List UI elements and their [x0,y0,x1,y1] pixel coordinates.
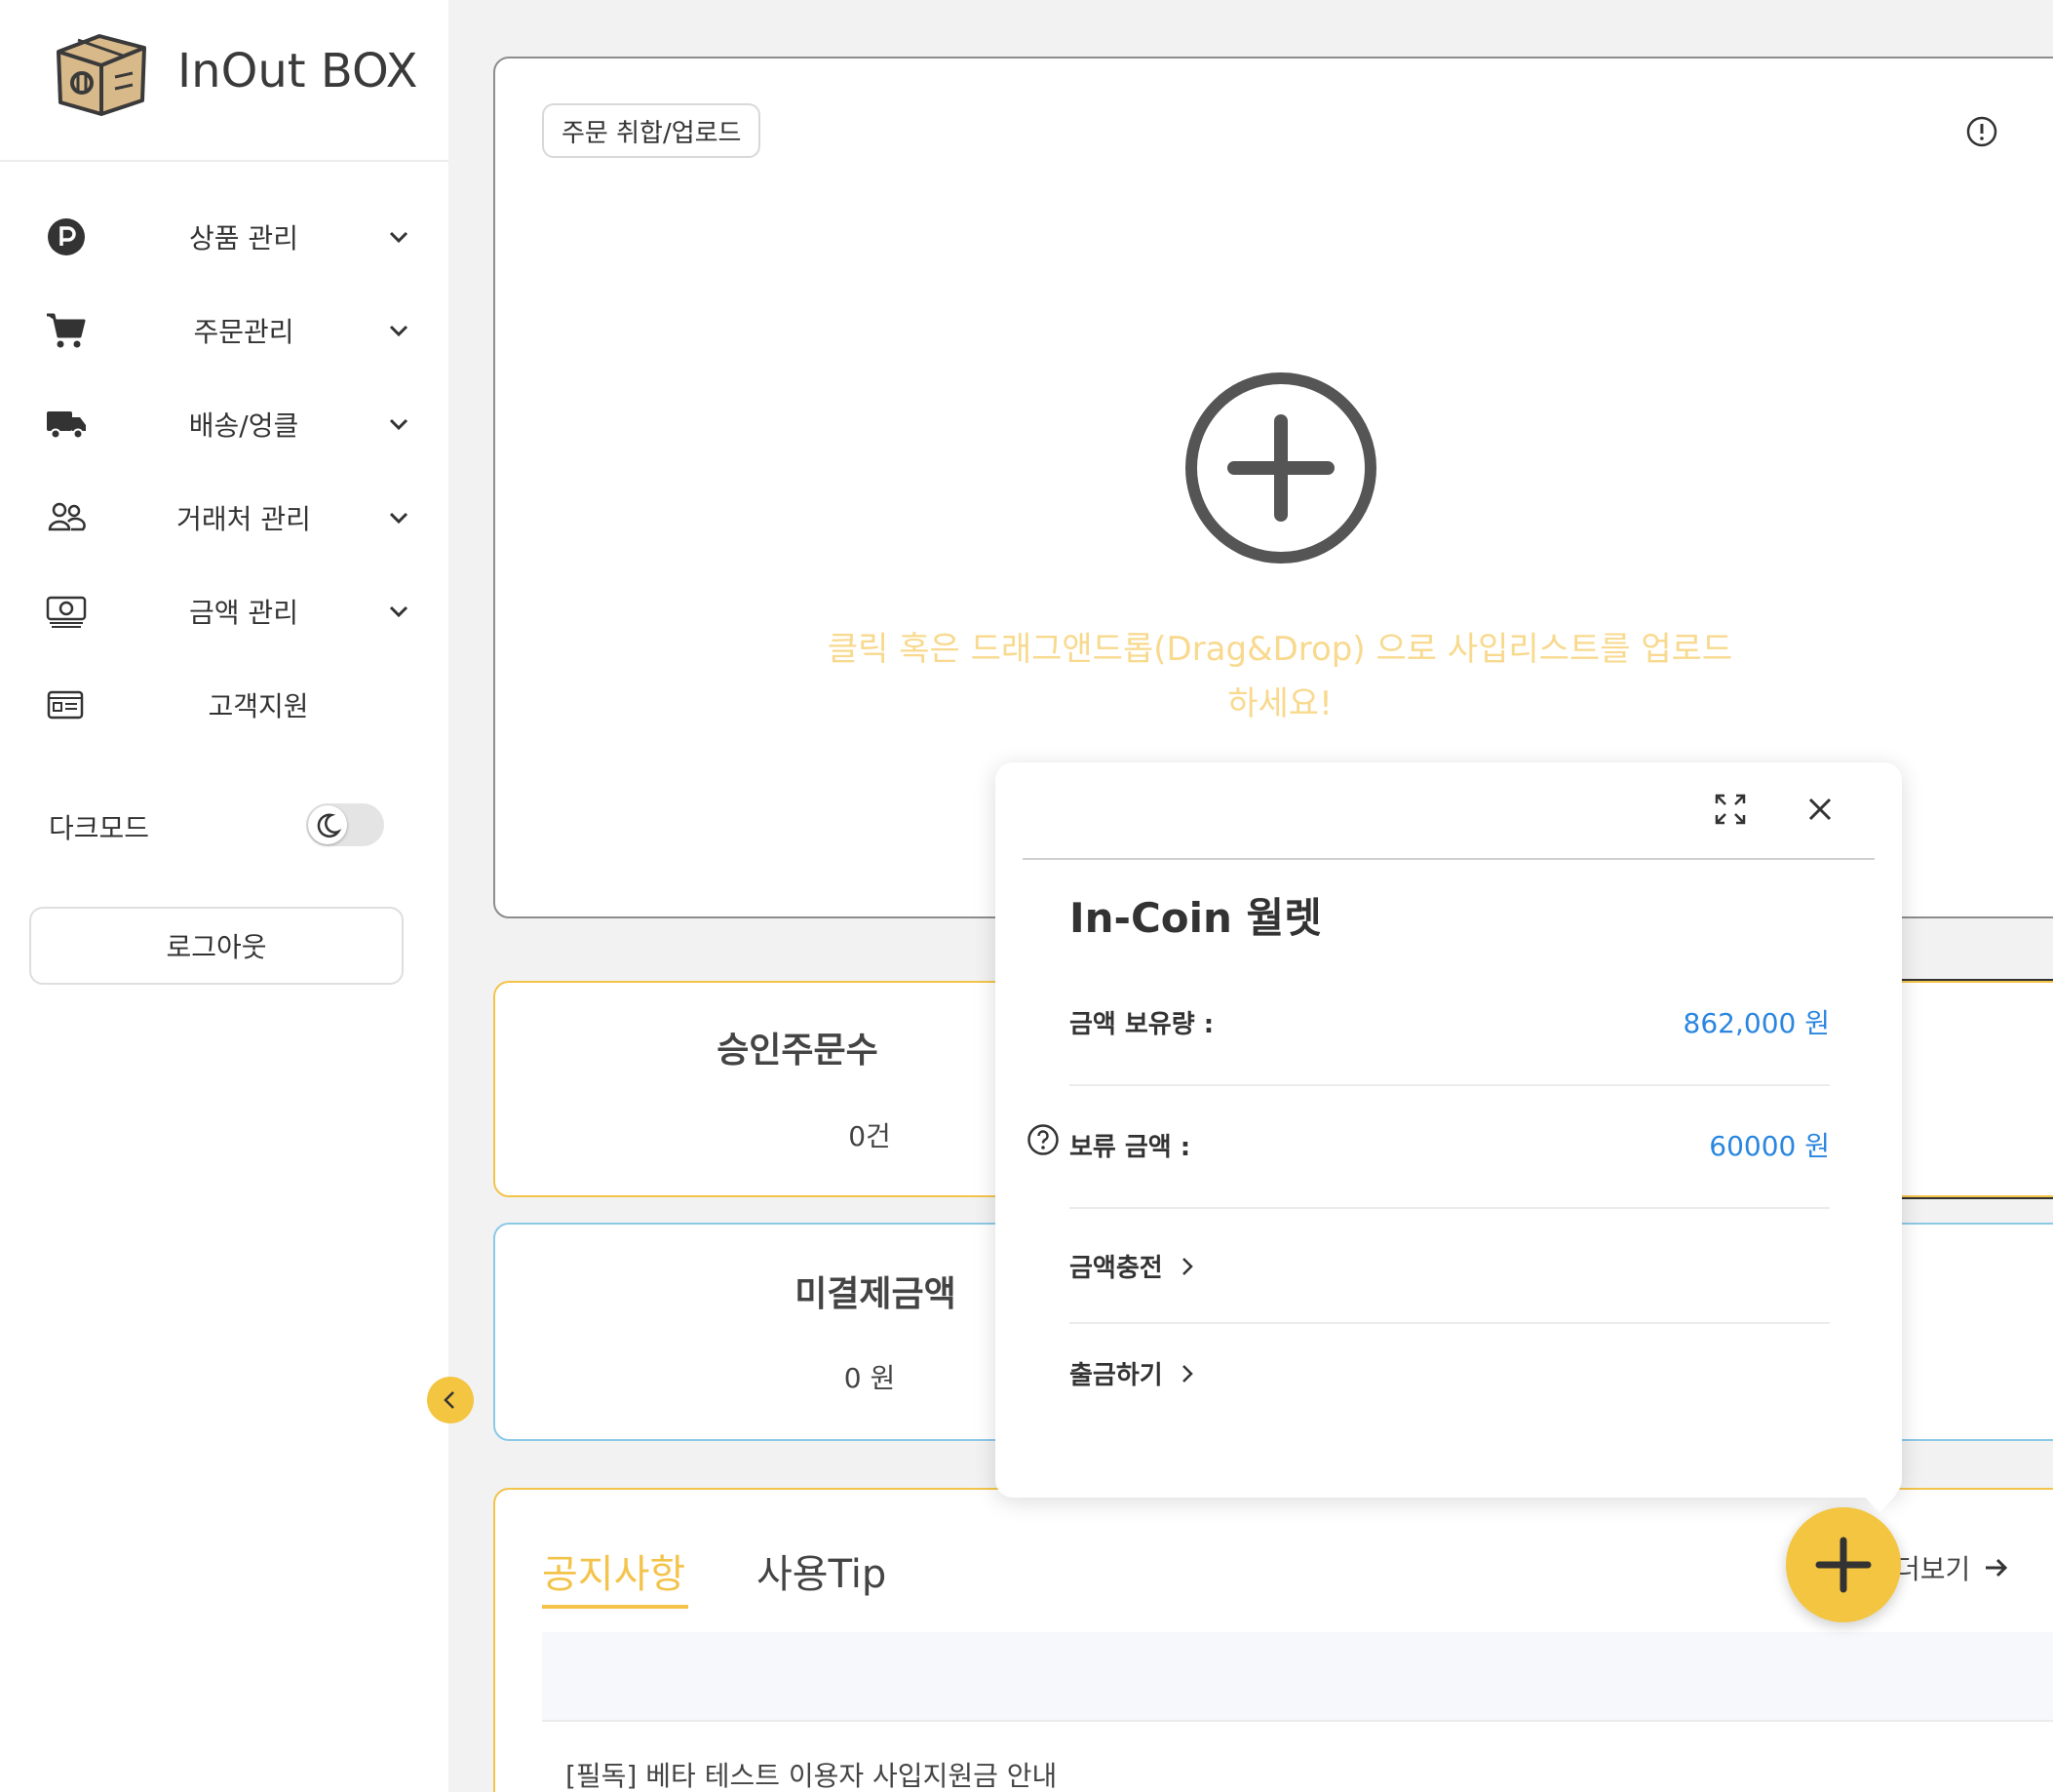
brand[interactable]: InOut BOX [49,18,418,125]
wallet-row-divider [1069,1207,1830,1209]
chevron-down-icon[interactable] [382,501,415,534]
wallet-divider [1023,858,1875,860]
tab-tips[interactable]: 사용Tip [756,1542,886,1599]
chevron-down-icon[interactable] [382,595,415,628]
wallet-fab-button[interactable] [1786,1507,1901,1622]
withdraw-button[interactable]: 출금하기 [1069,1355,1198,1391]
sidebar-item-products[interactable]: 상품 관리 [0,190,448,284]
stat-card-title: 승인주문수 [717,1031,878,1071]
truck-icon [45,403,88,446]
active-tab-indicator [542,1605,688,1609]
darkmode-label: 다크모드 [49,812,150,844]
chevron-left-icon [444,1391,454,1409]
wallet-balance-label: 금액 보유량 : [1069,1009,1215,1039]
sidebar-item-partners[interactable]: 거래처 관리 [0,471,448,565]
info-icon[interactable] [1965,115,1998,148]
more-label: 더보기 [1895,1553,1971,1585]
sidebar-item-money[interactable]: 금액 관리 [0,565,448,658]
chevron-right-icon [1181,1257,1193,1275]
charge-label: 금액충전 [1069,1254,1163,1283]
help-icon[interactable] [1026,1123,1060,1156]
charge-button[interactable]: 금액충전 [1069,1248,1198,1284]
sidebar-item-orders[interactable]: 주문관리 [0,284,448,377]
expand-icon[interactable] [1713,792,1748,827]
darkmode-toggle[interactable] [306,803,384,846]
more-link[interactable]: 더보기 [1895,1548,2011,1587]
wallet-hold-value: 60000 원 [1709,1130,1830,1162]
sidebar-item-support[interactable]: 고객지원 [0,658,448,752]
tab-notice[interactable]: 공지사항 [542,1542,685,1599]
sidebar: InOut BOX 상품 관리 주문관리 배송/엉클 거래처 관리 금액 관리 … [0,0,448,1792]
sidebar-collapse-button[interactable] [427,1377,474,1423]
wallet-title: In-Coin 월렛 [1069,894,1322,942]
sidebar-item-label: 고객지원 [208,690,309,722]
sidebar-item-label: 주문관리 [193,316,294,348]
arrow-right-icon [1986,1558,2008,1578]
chevron-right-icon [1181,1364,1193,1383]
wallet-balance-row: 금액 보유량 : 862,000 원 [1069,1002,1830,1041]
add-circle-icon[interactable] [1183,370,1378,565]
wallet-popup: In-Coin 월렛 금액 보유량 : 862,000 원 보류 금액 : 60… [995,762,1902,1498]
support-card-icon [45,683,88,726]
sidebar-item-label: 배송/엉클 [188,409,299,442]
plus-icon [1815,1537,1872,1593]
sidebar-item-shipping[interactable]: 배송/엉클 [0,377,448,471]
logout-button[interactable]: 로그아웃 [29,907,404,985]
darkmode-row: 다크모드 [49,799,390,854]
brand-title: InOut BOX [177,44,418,98]
withdraw-label: 출금하기 [1069,1361,1163,1390]
chevron-down-icon[interactable] [382,408,415,441]
close-icon[interactable] [1804,794,1836,825]
users-icon [45,496,88,539]
wallet-popup-caret [1862,1494,1897,1513]
sidebar-divider [0,160,448,162]
box-logo-icon [57,34,146,116]
money-icon [45,590,88,633]
parking-icon [45,215,88,258]
upload-section-tag: 주문 취합/업로드 [542,103,761,158]
sidebar-item-label: 거래처 관리 [176,503,311,535]
notice-table-header [542,1632,2053,1722]
upload-hint: 클릭 혹은 드래그앤드롭(Drag&Drop) 으로 사입리스트를 업로드하세요… [827,630,1733,723]
stat-card-value: 0건 [848,1120,891,1152]
chevron-down-icon[interactable] [382,314,415,347]
chevron-down-icon[interactable] [382,220,415,253]
wallet-hold-row: 보류 금액 : 60000 원 [1069,1125,1830,1164]
wallet-row-divider [1069,1084,1830,1086]
stat-card-value: 0 원 [843,1362,896,1394]
wallet-row-divider [1069,1322,1830,1324]
sidebar-item-label: 상품 관리 [189,222,298,254]
wallet-hold-label: 보류 금액 : [1069,1132,1191,1162]
list-item[interactable]: [필독] 베타 테스트 이용자 사입지원금 안내 [565,1755,1057,1792]
sidebar-item-label: 금액 관리 [189,597,298,629]
moon-icon [308,805,347,844]
sidebar-menu: 상품 관리 주문관리 배송/엉클 거래처 관리 금액 관리 고객지원 [0,190,448,752]
cart-icon [45,309,88,352]
wallet-balance-value: 862,000 원 [1683,1007,1830,1039]
